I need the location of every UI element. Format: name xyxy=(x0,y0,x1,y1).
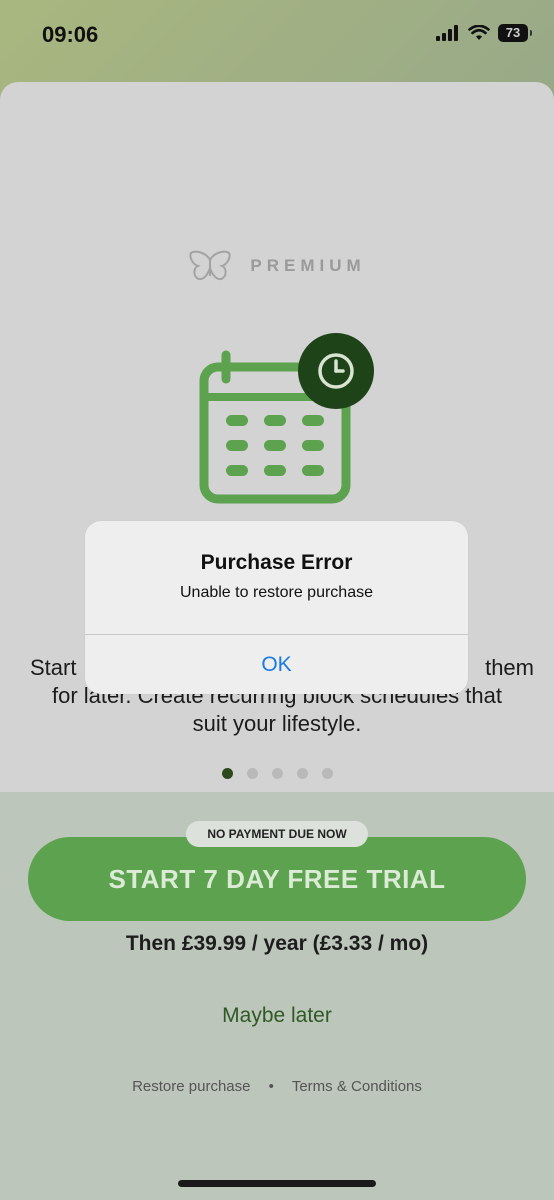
no-payment-badge: NO PAYMENT DUE NOW xyxy=(186,821,368,847)
alert-message: Unable to restore purchase xyxy=(180,584,373,601)
page-dot[interactable] xyxy=(246,768,258,779)
footer-separator: • xyxy=(268,1078,274,1095)
restore-purchase-link[interactable]: Restore purchase xyxy=(132,1078,250,1095)
footer-links: Restore purchase • Terms & Conditions xyxy=(0,1078,554,1095)
description-line: them xyxy=(485,655,534,680)
page-dot-active[interactable] xyxy=(221,768,233,779)
page-dot[interactable] xyxy=(296,768,308,779)
description-line: Start xyxy=(30,655,77,680)
home-indicator[interactable] xyxy=(178,1180,376,1187)
butterfly-logo-icon xyxy=(189,250,231,281)
page-dot[interactable] xyxy=(321,768,333,779)
status-icons: 73 xyxy=(436,24,532,42)
cellular-signal-icon xyxy=(436,25,458,41)
page-indicator[interactable] xyxy=(0,768,554,779)
premium-header: PREMIUM xyxy=(0,249,554,283)
calendar-illustration xyxy=(196,327,386,507)
price-text: Then £39.99 / year (£3.33 / mo) xyxy=(125,932,429,955)
description-line: suit your lifestyle. xyxy=(192,711,362,736)
wifi-icon xyxy=(468,25,490,40)
premium-label: PREMIUM xyxy=(250,256,366,275)
clock-badge-icon xyxy=(298,333,374,409)
terms-link[interactable]: Terms & Conditions xyxy=(292,1078,422,1095)
maybe-later-link[interactable]: Maybe later xyxy=(0,1004,554,1028)
purchase-error-alert: Purchase Error Unable to restore purchas… xyxy=(85,521,468,694)
start-trial-button[interactable]: START 7 DAY FREE TRIAL xyxy=(28,837,526,921)
status-bar: 09:06 73 xyxy=(0,0,554,72)
alert-title: Purchase Error xyxy=(200,551,353,574)
battery-icon: 73 xyxy=(498,24,532,42)
alert-ok-button[interactable]: OK xyxy=(85,635,468,694)
status-time: 09:06 xyxy=(42,22,99,47)
page-dot[interactable] xyxy=(271,768,283,779)
purchase-panel: START 7 DAY FREE TRIAL NO PAYMENT DUE NO… xyxy=(0,792,554,1200)
